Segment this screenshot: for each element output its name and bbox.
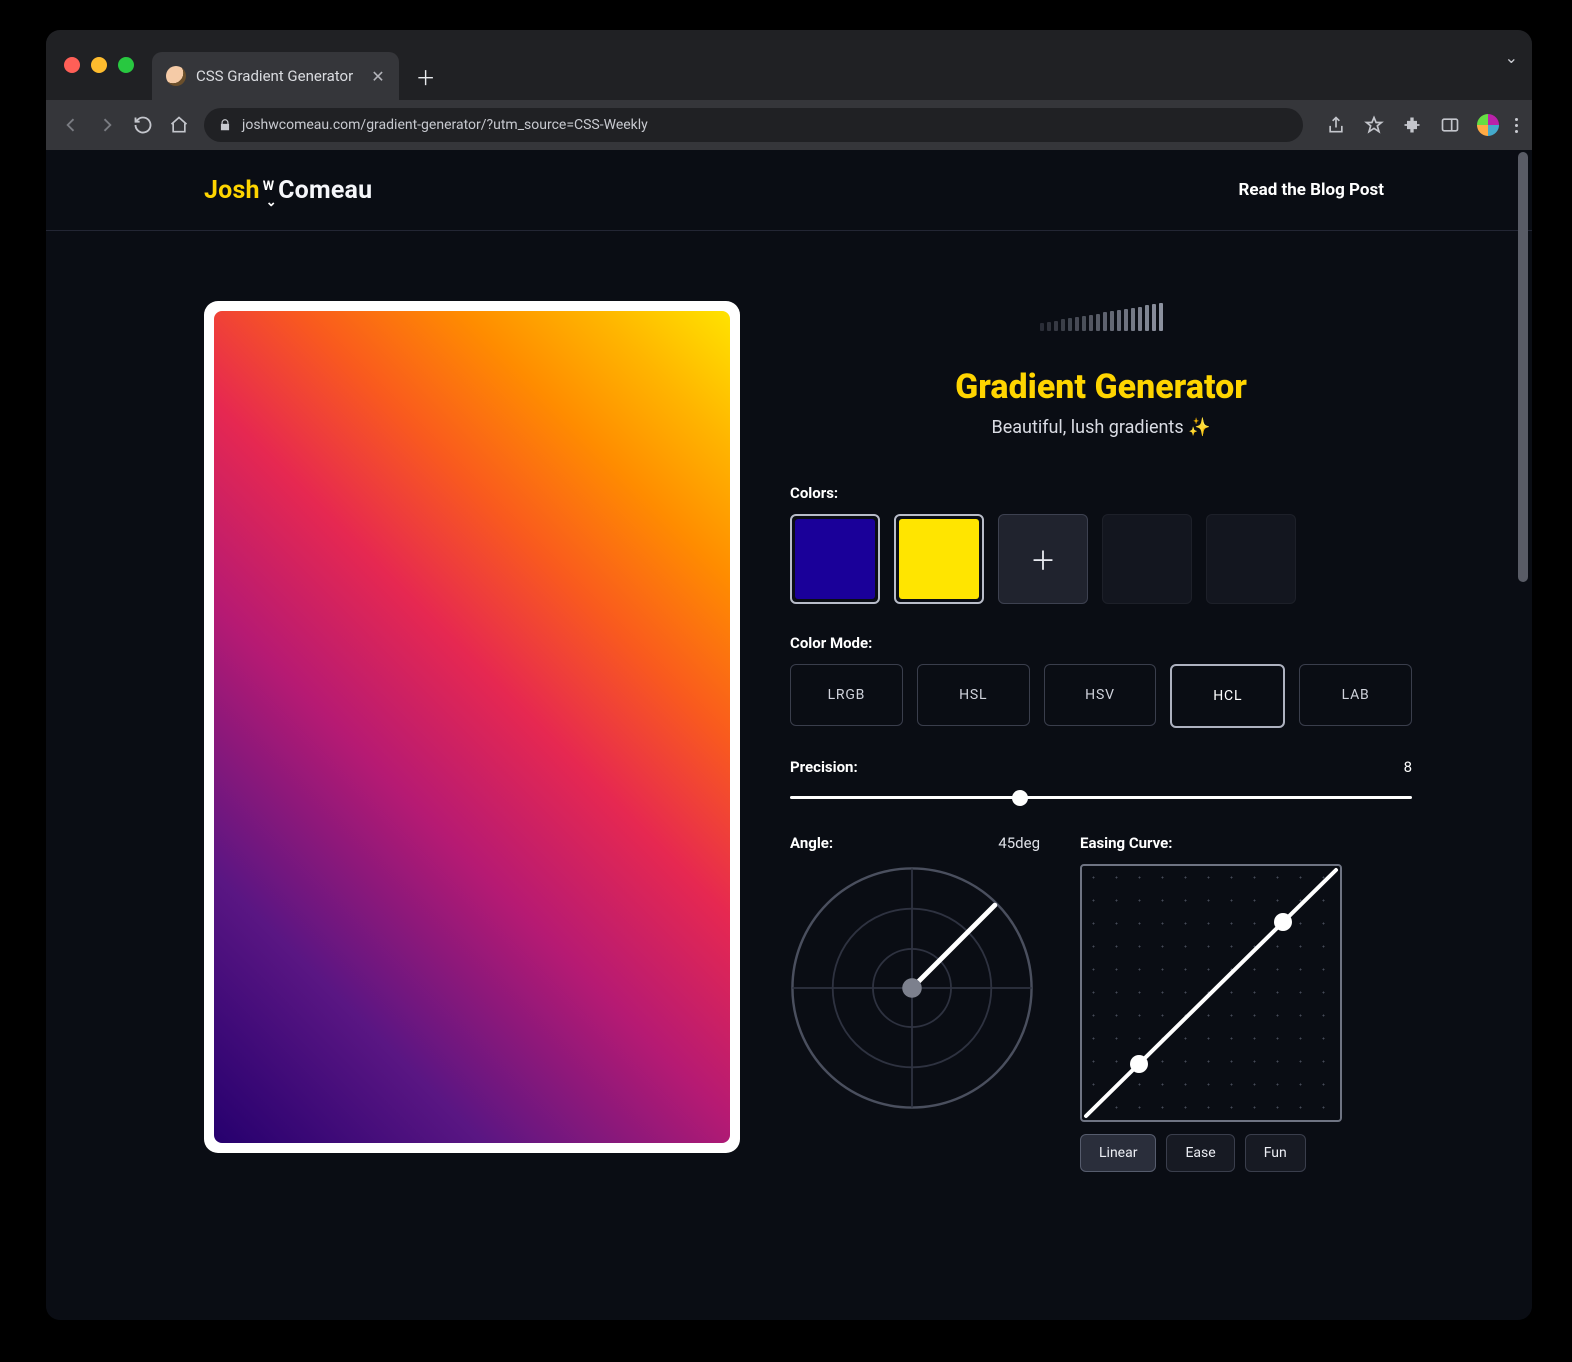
decor-bars-icon	[790, 301, 1412, 331]
angle-dial[interactable]	[790, 866, 1034, 1110]
extensions-icon[interactable]	[1401, 114, 1423, 136]
mode-hsl[interactable]: HSL	[917, 664, 1030, 726]
angle-label: Angle:	[790, 834, 833, 852]
easing-handle-1[interactable]	[1130, 1055, 1148, 1073]
color-mode-label: Color Mode:	[790, 634, 1412, 652]
favicon-icon	[166, 66, 186, 86]
lock-icon	[218, 118, 232, 132]
browser-window: CSS Gradient Generator ✕ ＋ ⌄	[46, 30, 1532, 1320]
close-tab-icon[interactable]: ✕	[371, 67, 384, 86]
read-blog-link[interactable]: Read the Blog Post	[1239, 180, 1384, 200]
colors-label: Colors:	[790, 484, 1412, 502]
share-icon[interactable]	[1325, 114, 1347, 136]
easing-preset-ease[interactable]: Ease	[1166, 1134, 1234, 1172]
page-scrollbar[interactable]	[1518, 150, 1530, 1320]
page-subtitle: Beautiful, lush gradients ✨	[790, 417, 1412, 438]
window-controls	[46, 30, 152, 100]
color-swatch-2[interactable]	[894, 514, 984, 604]
angle-value: 45deg	[998, 834, 1040, 852]
site-header: Josh W⌄ Comeau Read the Blog Post	[46, 150, 1532, 231]
tab-title: CSS Gradient Generator	[196, 67, 353, 85]
url-text: joshwcomeau.com/gradient-generator/?utm_…	[242, 117, 648, 133]
back-icon[interactable]	[60, 114, 82, 136]
profile-avatar[interactable]	[1477, 114, 1499, 136]
address-bar[interactable]: joshwcomeau.com/gradient-generator/?utm_…	[204, 108, 1303, 142]
reload-icon[interactable]	[132, 114, 154, 136]
browser-tabstrip: CSS Gradient Generator ✕ ＋ ⌄	[46, 30, 1532, 100]
easing-preset-linear[interactable]: Linear	[1080, 1134, 1156, 1172]
easing-preset-fun[interactable]: Fun	[1245, 1134, 1306, 1172]
mode-lrgb[interactable]: LRGB	[790, 664, 903, 726]
color-swatch-empty	[1102, 514, 1192, 604]
tabs-overflow-icon[interactable]: ⌄	[1505, 48, 1518, 67]
close-window-icon[interactable]	[64, 57, 80, 73]
new-tab-button[interactable]: ＋	[409, 59, 443, 93]
zoom-window-icon[interactable]	[118, 57, 134, 73]
gradient-preview-frame	[204, 301, 740, 1153]
precision-label: Precision:	[790, 758, 858, 776]
browser-toolbar: joshwcomeau.com/gradient-generator/?utm_…	[46, 100, 1532, 151]
easing-handle-2[interactable]	[1274, 913, 1292, 931]
easing-editor[interactable]	[1080, 864, 1342, 1122]
home-icon[interactable]	[168, 114, 190, 136]
page-title: Gradient Generator	[790, 367, 1412, 407]
kebab-menu-icon[interactable]	[1515, 118, 1518, 133]
minimize-window-icon[interactable]	[91, 57, 107, 73]
color-mode-group: LRGBHSLHSVHCLLAB	[790, 664, 1412, 728]
mode-hcl[interactable]: HCL	[1170, 664, 1285, 728]
mode-hsv[interactable]: HSV	[1044, 664, 1157, 726]
precision-value: 8	[1404, 758, 1412, 776]
bookmark-icon[interactable]	[1363, 114, 1385, 136]
browser-tab[interactable]: CSS Gradient Generator ✕	[152, 52, 399, 100]
panel-icon[interactable]	[1439, 114, 1461, 136]
plus-icon: ＋	[1030, 541, 1056, 578]
mode-lab[interactable]: LAB	[1299, 664, 1412, 726]
color-swatches: ＋	[790, 514, 1412, 604]
gradient-preview	[214, 311, 730, 1143]
add-color-button[interactable]: ＋	[998, 514, 1088, 604]
precision-slider[interactable]	[790, 790, 1412, 804]
site-logo[interactable]: Josh W⌄ Comeau	[204, 176, 372, 205]
color-swatch-empty	[1206, 514, 1296, 604]
color-swatch-1[interactable]	[790, 514, 880, 604]
forward-icon[interactable]	[96, 114, 118, 136]
easing-label: Easing Curve:	[1080, 834, 1412, 852]
page: Josh W⌄ Comeau Read the Blog Post	[46, 150, 1532, 1320]
easing-preset-group: Linear Ease Fun	[1080, 1134, 1412, 1172]
